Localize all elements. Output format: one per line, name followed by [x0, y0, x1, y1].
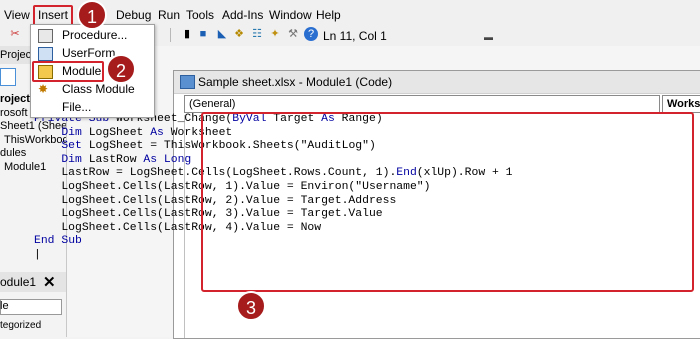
toolbar-options-icon[interactable]: ▬: [484, 30, 493, 44]
object-browser-icon[interactable]: ✦: [268, 27, 282, 41]
menu-item-userform[interactable]: UserForm: [31, 44, 154, 62]
menu-item-class-module[interactable]: ✸ Class Module: [31, 80, 154, 98]
userform-icon: [38, 47, 53, 61]
step-badge-2: 2: [106, 54, 136, 84]
stop-icon[interactable]: ■: [196, 27, 210, 41]
code-line: Dim LastRow As Long: [61, 153, 192, 166]
menu-run[interactable]: Run: [158, 8, 180, 22]
toolbar-separator: [170, 28, 171, 42]
menu-view[interactable]: View: [4, 8, 30, 22]
view-code-icon[interactable]: [0, 68, 16, 86]
help-icon[interactable]: ?: [304, 27, 318, 41]
properties-icon[interactable]: ☷: [250, 27, 264, 41]
object-combo-value: (General): [189, 98, 236, 110]
step-badge-1: 1: [77, 0, 107, 30]
insert-highlight: [33, 5, 73, 26]
break-icon[interactable]: ▮: [180, 27, 194, 41]
module-highlight: [32, 61, 104, 82]
module-window-icon: [180, 75, 195, 89]
menu-item-file[interactable]: File...: [31, 98, 154, 116]
step-badge-3: 3: [236, 291, 266, 321]
close-icon[interactable]: ✕: [43, 273, 56, 291]
menu-tools[interactable]: Tools: [186, 8, 214, 22]
code-line: End Sub: [34, 235, 82, 248]
menu-help[interactable]: Help: [316, 8, 341, 22]
text-cursor: |: [34, 248, 41, 261]
code-window-title: Sample sheet.xlsx - Module1 (Code): [198, 75, 393, 89]
code-highlight-box: [201, 112, 694, 292]
menu-window[interactable]: Window: [269, 8, 312, 22]
menu-addins[interactable]: Add-Ins: [222, 8, 263, 22]
object-combo[interactable]: (General): [184, 95, 660, 113]
procedure-combo-value: Workshe: [667, 98, 700, 110]
toolbox-icon[interactable]: ⚒: [286, 27, 300, 41]
procedure-icon: [38, 29, 53, 43]
procedure-combo[interactable]: Workshe: [662, 95, 700, 113]
properties-tab-categorized[interactable]: tegorized: [0, 320, 41, 331]
cut-icon[interactable]: ✂: [8, 27, 22, 41]
code-window-titlebar: Sample sheet.xlsx - Module1 (Code): [174, 71, 700, 94]
properties-object-combo[interactable]: le: [0, 300, 9, 312]
class-module-icon: ✸: [38, 82, 49, 96]
properties-title: odule1: [0, 275, 37, 289]
tree-item-modules[interactable]: dules: [0, 147, 26, 159]
project-explorer-icon[interactable]: ❖: [232, 27, 246, 41]
design-mode-icon[interactable]: ◣: [215, 27, 229, 41]
menu-debug[interactable]: Debug: [116, 8, 151, 22]
cursor-position: Ln 11, Col 1: [323, 29, 387, 43]
